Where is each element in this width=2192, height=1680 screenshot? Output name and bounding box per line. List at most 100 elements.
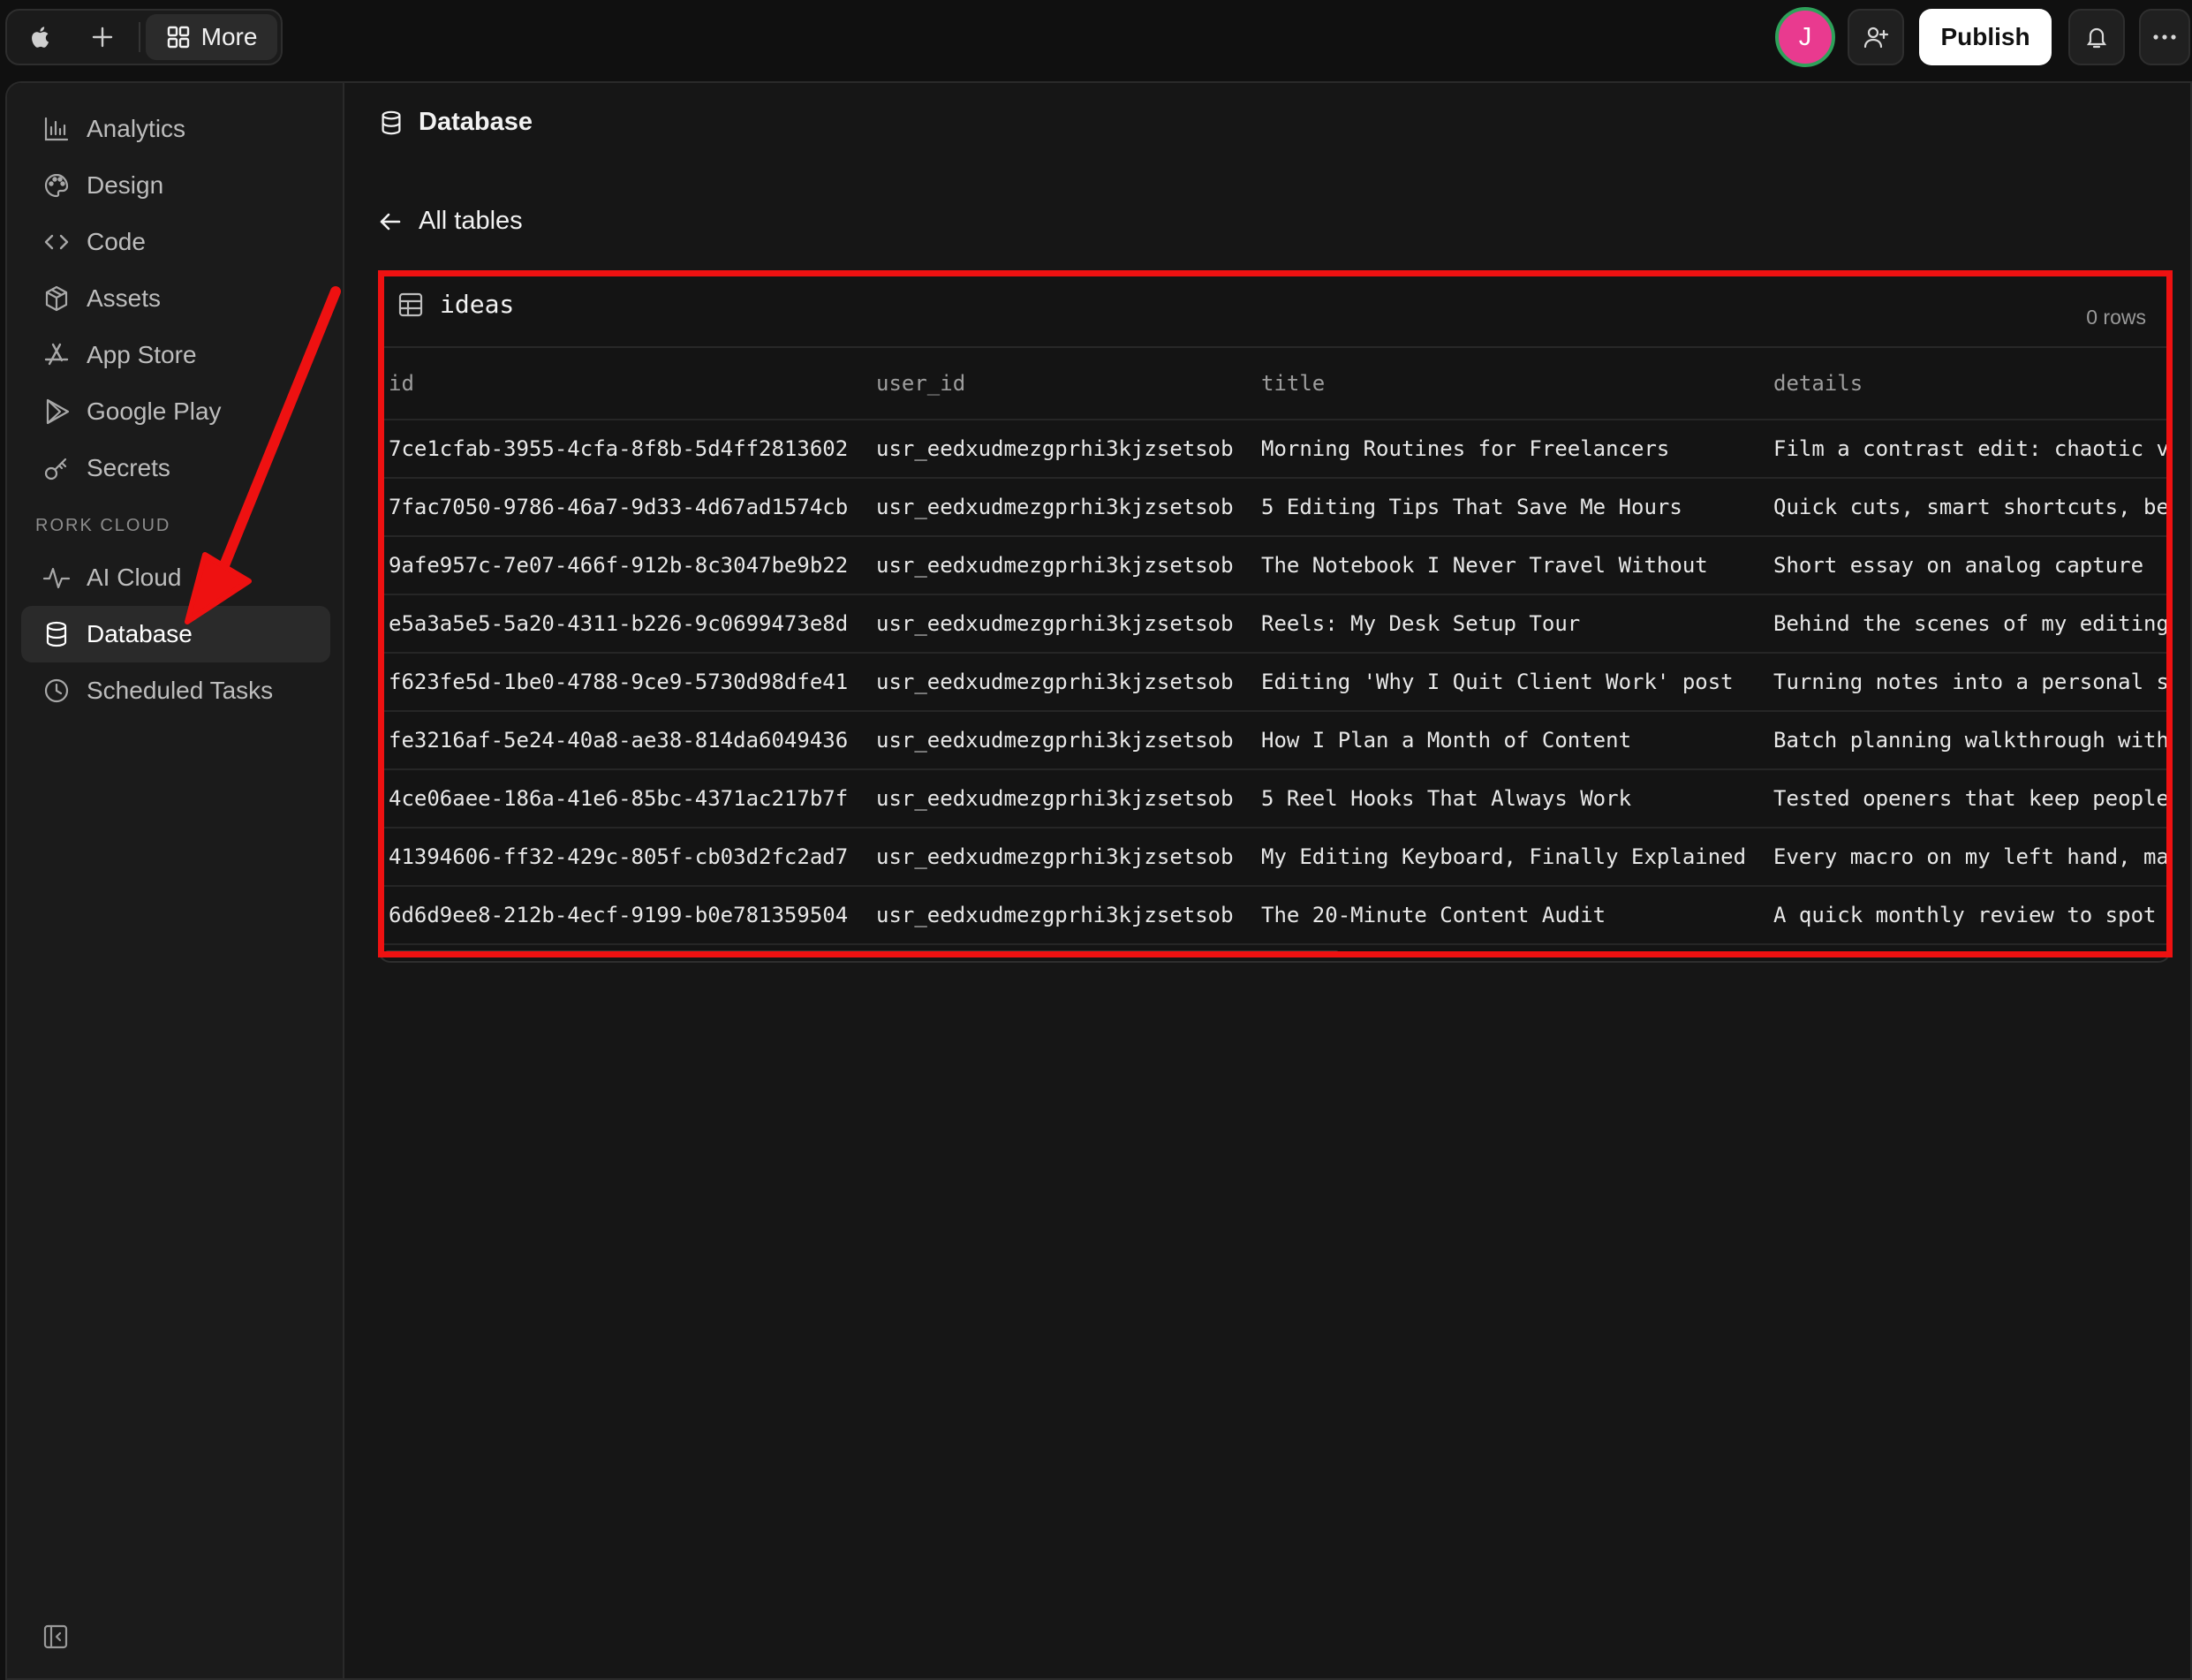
- column-header-details[interactable]: details: [1773, 348, 2169, 419]
- user-avatar[interactable]: J: [1775, 7, 1835, 67]
- cell-details[interactable]: Batch planning walkthrough with: [1773, 712, 2169, 768]
- sidebar-item-assets[interactable]: Assets: [21, 270, 330, 327]
- cell-id[interactable]: 7ce1cfab-3955-4cfa-8f8b-5d4ff2813602: [389, 420, 869, 477]
- all-tables-label: All tables: [419, 207, 523, 235]
- table-row[interactable]: 7fac7050-9786-46a7-9d33-4d67ad1574cb usr_…: [380, 479, 2169, 537]
- cell-title[interactable]: How I Plan a Month of Content: [1261, 712, 1766, 768]
- cell-user-id[interactable]: usr_eedxudmezgprhi3kjzsetsob: [876, 537, 1254, 594]
- content-area: Database All tables ideas 0 rows id user…: [346, 83, 2190, 1678]
- table-row[interactable]: 7ce1cfab-3955-4cfa-8f8b-5d4ff2813602 usr_…: [380, 420, 2169, 479]
- cell-user-id[interactable]: usr_eedxudmezgprhi3kjzsetsob: [876, 770, 1254, 827]
- sidebar-item-google-play[interactable]: Google Play: [21, 383, 330, 440]
- page-title: Database: [419, 108, 533, 136]
- add-button[interactable]: [72, 14, 134, 60]
- sidebar-item-label: AI Cloud: [87, 564, 182, 591]
- cell-details[interactable]: Quick cuts, smart shortcuts, be: [1773, 479, 2169, 535]
- sidebar-item-label: Google Play: [87, 397, 222, 425]
- cell-details[interactable]: Turning notes into a personal s: [1773, 654, 2169, 710]
- cell-title[interactable]: 5 Editing Tips That Save Me Hours: [1261, 479, 1766, 535]
- sidebar-item-label: Scheduled Tasks: [87, 677, 274, 704]
- sidebar-item-label: Code: [87, 228, 146, 255]
- sidebar-item-ai-cloud[interactable]: AI Cloud: [21, 549, 330, 606]
- cell-title[interactable]: The Notebook I Never Travel Without: [1261, 537, 1766, 594]
- sidebar-item-code[interactable]: Code: [21, 214, 330, 270]
- horizontal-scrollbar[interactable]: [385, 950, 1339, 956]
- cell-id[interactable]: fe3216af-5e24-40a8-ae38-814da6049436: [389, 712, 869, 768]
- sidebar-item-app-store[interactable]: App Store: [21, 327, 330, 383]
- collapse-sidebar-button[interactable]: [42, 1623, 69, 1650]
- cell-user-id[interactable]: usr_eedxudmezgprhi3kjzsetsob: [876, 712, 1254, 768]
- publish-button[interactable]: Publish: [1919, 9, 2052, 65]
- code-icon: [44, 234, 69, 250]
- cell-title[interactable]: Reels: My Desk Setup Tour: [1261, 595, 1766, 652]
- sidebar-item-label: Secrets: [87, 454, 170, 481]
- ellipsis-icon: [2153, 34, 2176, 40]
- cell-id[interactable]: 4ce06aee-186a-41e6-85bc-4371ac217b7f: [389, 770, 869, 827]
- cell-details[interactable]: Short essay on analog capture: [1773, 537, 2169, 594]
- avatar-initial: J: [1798, 22, 1812, 51]
- sidebar-collapse-icon: [43, 1624, 68, 1649]
- cell-id[interactable]: 9afe957c-7e07-466f-912b-8c3047be9b22: [389, 537, 869, 594]
- cell-details[interactable]: Behind the scenes of my editing: [1773, 595, 2169, 652]
- more-options-button[interactable]: [2139, 9, 2190, 65]
- all-tables-link[interactable]: All tables: [378, 207, 523, 236]
- column-header-user-id[interactable]: user_id: [876, 348, 1254, 419]
- table-row[interactable]: fe3216af-5e24-40a8-ae38-814da6049436 usr_…: [380, 712, 2169, 770]
- data-grid: id user_id title details 7ce1cfab-3955-4…: [380, 348, 2169, 945]
- cell-details[interactable]: Every macro on my left hand, ma: [1773, 829, 2169, 885]
- cell-id[interactable]: 7fac7050-9786-46a7-9d33-4d67ad1574cb: [389, 479, 869, 535]
- table-header-row: id user_id title details: [380, 348, 2169, 420]
- toolbar-left: More: [5, 9, 283, 65]
- cell-user-id[interactable]: usr_eedxudmezgprhi3kjzsetsob: [876, 595, 1254, 652]
- sidebar-item-label: Design: [87, 171, 164, 199]
- cell-user-id[interactable]: usr_eedxudmezgprhi3kjzsetsob: [876, 829, 1254, 885]
- database-icon: [46, 621, 67, 647]
- cell-details[interactable]: Tested openers that keep people: [1773, 770, 2169, 827]
- plus-icon: [93, 26, 113, 48]
- table-card-header: ideas 0 rows: [380, 272, 2169, 348]
- cell-title[interactable]: The 20-Minute Content Audit: [1261, 887, 1766, 943]
- cell-id[interactable]: e5a3a5e5-5a20-4311-b226-9c0699473e8d: [389, 595, 869, 652]
- table-icon: [398, 292, 423, 316]
- cell-title[interactable]: Morning Routines for Freelancers: [1261, 420, 1766, 477]
- box-icon: [45, 285, 68, 312]
- toolbar-divider: [139, 22, 141, 52]
- cell-title[interactable]: Editing 'Why I Quit Client Work' post: [1261, 654, 1766, 710]
- cell-user-id[interactable]: usr_eedxudmezgprhi3kjzsetsob: [876, 420, 1254, 477]
- cell-id[interactable]: 6d6d9ee8-212b-4ecf-9199-b0e781359504: [389, 887, 869, 943]
- grid-icon: [167, 26, 189, 49]
- invite-user-button[interactable]: [1848, 9, 1904, 65]
- cell-user-id[interactable]: usr_eedxudmezgprhi3kjzsetsob: [876, 654, 1254, 710]
- row-count: 0 rows: [2086, 306, 2146, 329]
- cell-title[interactable]: 5 Reel Hooks That Always Work: [1261, 770, 1766, 827]
- arrow-left-icon: [380, 213, 401, 230]
- table-name: ideas: [397, 290, 514, 319]
- user-plus-icon: [1863, 26, 1889, 49]
- table-row[interactable]: 9afe957c-7e07-466f-912b-8c3047be9b22 usr_…: [380, 537, 2169, 595]
- table-row[interactable]: f623fe5d-1be0-4788-9ce9-5730d98dfe41 usr_…: [380, 654, 2169, 712]
- notifications-button[interactable]: [2068, 9, 2125, 65]
- section-label-rork-cloud: RORK CLOUD: [35, 516, 171, 535]
- column-header-id[interactable]: id: [389, 348, 869, 419]
- sidebar-item-label: Assets: [87, 284, 162, 312]
- cell-details[interactable]: A quick monthly review to spot: [1773, 887, 2169, 943]
- sidebar-item-secrets[interactable]: Secrets: [21, 440, 330, 496]
- column-header-title[interactable]: title: [1261, 348, 1766, 419]
- sidebar-item-database[interactable]: Database: [21, 606, 330, 662]
- cell-id[interactable]: f623fe5d-1be0-4788-9ce9-5730d98dfe41: [389, 654, 869, 710]
- cell-id[interactable]: 41394606-ff32-429c-805f-cb03d2fc2ad7: [389, 829, 869, 885]
- google-play-icon: [46, 398, 70, 425]
- sidebar-item-design[interactable]: Design: [21, 157, 330, 214]
- table-row[interactable]: e5a3a5e5-5a20-4311-b226-9c0699473e8d usr_…: [380, 595, 2169, 654]
- sidebar-item-analytics[interactable]: Analytics: [21, 101, 330, 157]
- table-row[interactable]: 6d6d9ee8-212b-4ecf-9199-b0e781359504 usr_…: [380, 887, 2169, 945]
- cell-title[interactable]: My Editing Keyboard, Finally Explained: [1261, 829, 1766, 885]
- apple-platform-button[interactable]: [11, 14, 72, 60]
- sidebar-item-scheduled-tasks[interactable]: Scheduled Tasks: [21, 662, 330, 719]
- cell-details[interactable]: Film a contrast edit: chaotic v: [1773, 420, 2169, 477]
- table-row[interactable]: 4ce06aee-186a-41e6-85bc-4371ac217b7f usr_…: [380, 770, 2169, 829]
- more-button[interactable]: More: [146, 14, 277, 60]
- cell-user-id[interactable]: usr_eedxudmezgprhi3kjzsetsob: [876, 479, 1254, 535]
- table-row[interactable]: 41394606-ff32-429c-805f-cb03d2fc2ad7 usr_…: [380, 829, 2169, 887]
- cell-user-id[interactable]: usr_eedxudmezgprhi3kjzsetsob: [876, 887, 1254, 943]
